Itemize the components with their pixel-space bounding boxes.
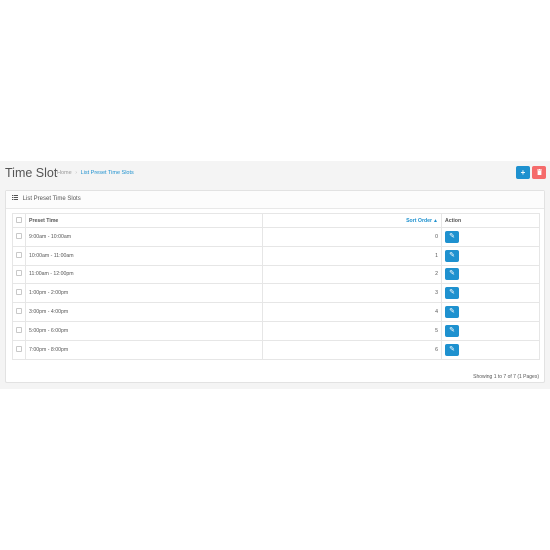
list-panel: List Preset Time Slots Preset Time Sort … (5, 190, 545, 383)
edit-button[interactable]: ✎ (445, 230, 459, 243)
action-cell: ✎ (441, 283, 540, 304)
breadcrumb-home[interactable]: Home (57, 170, 72, 176)
time-slot-table: Preset Time Sort Order▲ Action 9:00am - … (12, 213, 540, 360)
column-preset-time[interactable]: Preset Time (24, 213, 264, 228)
row-checkbox[interactable] (16, 308, 22, 315)
table-row: 11:00am - 12:00pm 2 ✎ (12, 264, 540, 285)
row-select-cell (12, 320, 26, 341)
sort-order-cell: 2 (262, 264, 442, 285)
plus-icon: + (520, 168, 526, 177)
row-checkbox[interactable] (16, 232, 22, 239)
column-sort-order-label: Sort Order (406, 217, 433, 224)
select-all-cell (12, 213, 26, 228)
pencil-icon: ✎ (449, 270, 455, 278)
edit-button[interactable]: ✎ (445, 306, 459, 319)
edit-button[interactable]: ✎ (445, 268, 459, 281)
row-select-cell (12, 283, 26, 304)
sort-order-cell: 6 (262, 339, 442, 360)
sort-order-cell: 0 (262, 227, 442, 247)
action-cell: ✎ (441, 264, 540, 285)
preset-time-cell: 1:00pm - 2:00pm (24, 283, 264, 304)
column-sort-order[interactable]: Sort Order▲ (262, 213, 442, 228)
action-cell: ✎ (441, 245, 540, 266)
column-action: Action (441, 213, 540, 228)
edit-button[interactable]: ✎ (445, 287, 459, 300)
breadcrumb: Home › List Preset Time Slots (57, 170, 134, 177)
admin-content: Time Slot Home › List Preset Time Slots … (0, 161, 550, 389)
breadcrumb-current[interactable]: List Preset Time Slots (81, 170, 134, 176)
row-select-cell (12, 302, 26, 322)
preset-time-cell: 7:00pm - 8:00pm (24, 339, 264, 360)
table-row: 10:00am - 11:00am 1 ✎ (12, 245, 540, 266)
table-row: 9:00am - 10:00am 0 ✎ (12, 227, 540, 247)
edit-button[interactable]: ✎ (445, 324, 459, 337)
edit-button[interactable]: ✎ (445, 343, 459, 356)
pencil-icon: ✎ (449, 345, 455, 353)
preset-time-cell: 10:00am - 11:00am (24, 245, 264, 266)
table-row: 5:00pm - 6:00pm 5 ✎ (12, 320, 540, 341)
trash-icon (536, 169, 542, 177)
preset-time-cell: 5:00pm - 6:00pm (24, 320, 264, 341)
sort-asc-icon: ▲ (433, 217, 438, 224)
pencil-icon: ✎ (449, 289, 455, 297)
table-row: 1:00pm - 2:00pm 3 ✎ (12, 283, 540, 304)
list-icon (12, 191, 18, 208)
page-title: Time Slot (5, 166, 58, 180)
action-cell: ✎ (441, 227, 540, 247)
preset-time-cell: 9:00am - 10:00am (24, 227, 264, 247)
row-checkbox[interactable] (16, 289, 22, 296)
row-checkbox[interactable] (16, 326, 22, 333)
sort-order-cell: 5 (262, 320, 442, 341)
sort-order-cell: 4 (262, 302, 442, 322)
row-select-cell (12, 339, 26, 360)
row-checkbox[interactable] (16, 345, 22, 352)
pagination-info: Showing 1 to 7 of 7 (1 Pages) (473, 374, 539, 380)
pencil-icon: ✎ (449, 232, 455, 240)
table-row: 3:00pm - 4:00pm 4 ✎ (12, 302, 540, 322)
table-header-row: Preset Time Sort Order▲ Action (12, 213, 540, 228)
row-select-cell (12, 245, 26, 266)
select-all-checkbox[interactable] (16, 216, 22, 223)
row-checkbox[interactable] (16, 251, 22, 258)
row-select-cell (12, 227, 26, 247)
add-button[interactable]: + (516, 166, 530, 179)
row-checkbox[interactable] (16, 270, 22, 277)
sort-order-cell: 1 (262, 245, 442, 266)
action-cell: ✎ (441, 302, 540, 322)
preset-time-cell: 11:00am - 12:00pm (24, 264, 264, 285)
sort-order-cell: 3 (262, 283, 442, 304)
delete-button[interactable] (532, 166, 546, 179)
panel-heading-label: List Preset Time Slots (22, 196, 81, 202)
pencil-icon: ✎ (449, 251, 455, 259)
action-cell: ✎ (441, 320, 540, 341)
breadcrumb-separator: › (75, 170, 78, 176)
pencil-icon: ✎ (449, 326, 455, 334)
row-select-cell (12, 264, 26, 285)
table-row: 7:00pm - 8:00pm 6 ✎ (12, 339, 540, 360)
action-cell: ✎ (441, 339, 540, 360)
panel-heading: List Preset Time Slots (6, 191, 544, 209)
preset-time-cell: 3:00pm - 4:00pm (24, 302, 264, 322)
edit-button[interactable]: ✎ (445, 249, 459, 262)
pencil-icon: ✎ (449, 308, 455, 316)
